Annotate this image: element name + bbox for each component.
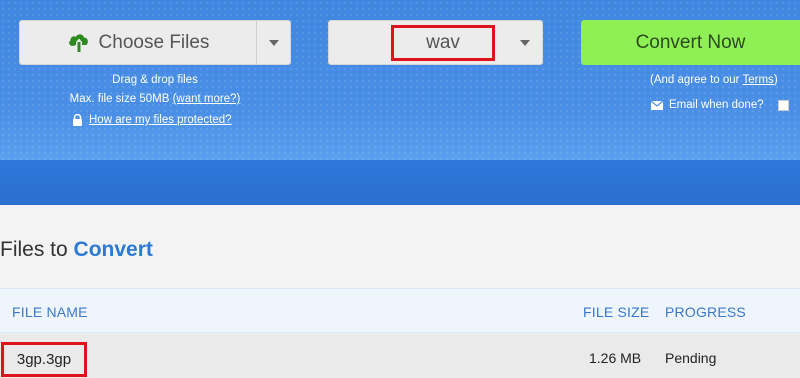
files-table-header: FILE NAME FILE SIZE PROGRESS [0,288,800,333]
choose-files-dropdown[interactable] [256,21,290,64]
header-progress: PROGRESS [665,304,746,320]
file-size-cell: 1.26 MB [589,350,642,366]
table-row: 3gp.3gp 1.26 MB Pending [0,334,800,378]
choose-files-button[interactable]: Choose Files [20,21,256,64]
agree-prefix: (And agree to our [650,74,743,86]
output-format-select[interactable]: wav [328,20,543,65]
want-more-link[interactable]: (want more?) [173,93,241,105]
lock-icon [73,114,82,126]
selected-format: wav [391,25,495,61]
convert-now-button[interactable]: Convert Now [581,20,800,65]
files-section-title: Files to Convert [0,238,153,262]
choose-files-label: Choose Files [98,31,210,53]
drag-drop-hint: Drag & drop files [112,74,198,86]
envelope-icon [651,100,663,110]
email-option: Email when done? [651,99,789,111]
email-label: Email when done? [669,99,764,111]
terms-agreement: (And agree to our Terms) [650,74,778,86]
hero-band [0,160,800,205]
email-checkbox[interactable] [777,99,789,111]
title-accent: Convert [73,238,153,261]
choose-files-control: Choose Files [19,20,291,65]
title-prefix: Files to [0,238,68,261]
cloud-upload-icon [68,33,88,52]
protection-info: How are my files protected? [72,114,232,126]
header-file-name: FILE NAME [12,304,88,320]
chevron-down-icon [520,40,530,46]
agree-suffix: ) [773,74,778,86]
max-size-line: Max. file size 50MB (want more?) [19,93,291,105]
terms-link[interactable]: Terms [743,74,774,86]
file-name-cell: 3gp.3gp [1,342,87,377]
files-protected-link[interactable]: How are my files protected? [89,114,232,126]
max-size-text: Max. file size 50MB [69,93,170,105]
chevron-down-icon [268,39,279,46]
header-file-size: FILE SIZE [583,304,650,320]
progress-cell: Pending [665,350,717,366]
